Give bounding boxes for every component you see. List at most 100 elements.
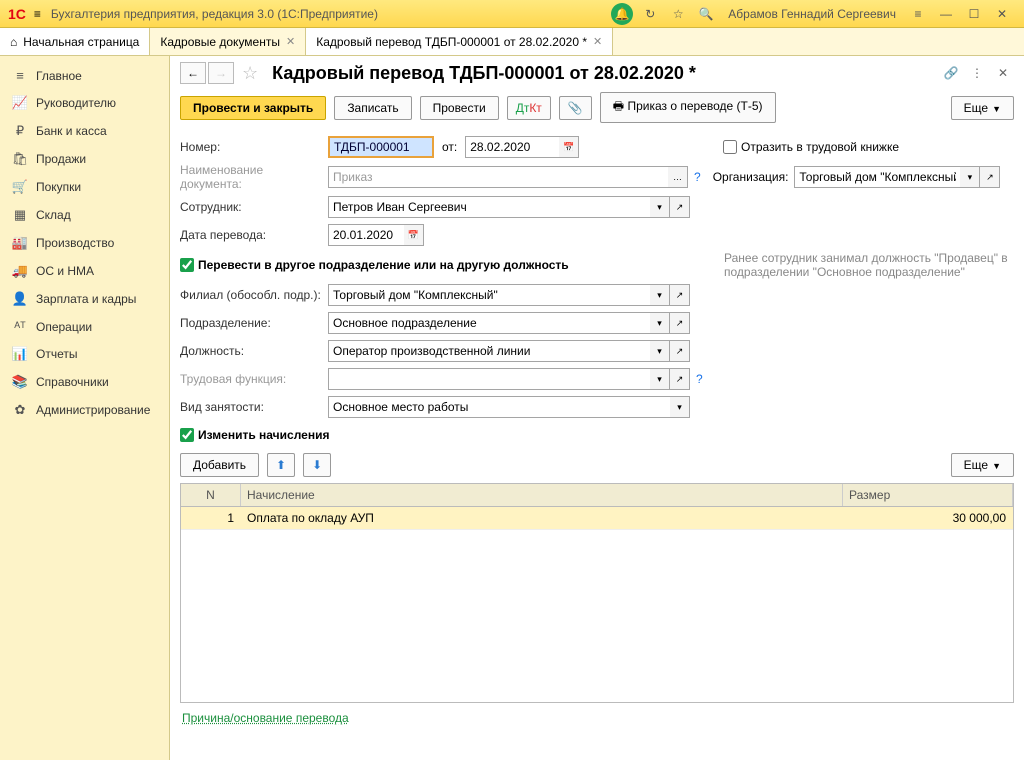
- sidebar-item-hr[interactable]: 👤Зарплата и кадры: [0, 285, 169, 313]
- attachment-button[interactable]: 📎: [559, 96, 592, 120]
- settings-icon[interactable]: ≡: [907, 3, 929, 25]
- move-down-button[interactable]: ⬇: [303, 453, 331, 477]
- sidebar-item-purchases[interactable]: 🛒Покупки: [0, 173, 169, 201]
- date-input[interactable]: [465, 136, 559, 158]
- sidebar-item-label: Главное: [36, 69, 82, 83]
- tab-transfer-doc[interactable]: Кадровый перевод ТДБП-000001 от 28.02.20…: [306, 28, 613, 55]
- sidebar-item-manager[interactable]: 📈Руководителю: [0, 89, 169, 117]
- sidebar-item-label: Производство: [36, 236, 114, 250]
- reason-link[interactable]: Причина/основание перевода: [182, 711, 349, 725]
- dropdown-icon[interactable]: ▾: [960, 166, 980, 188]
- sidebar-item-admin[interactable]: ✿Администрирование: [0, 396, 169, 424]
- open-icon[interactable]: ↗: [670, 368, 690, 390]
- sidebar-item-bank[interactable]: ₽Банк и касса: [0, 117, 169, 145]
- truck-icon: 🚚: [10, 263, 30, 279]
- search-icon[interactable]: 🔍: [695, 3, 717, 25]
- ellipsis-icon[interactable]: …: [668, 166, 688, 188]
- move-up-button[interactable]: ⬆: [267, 453, 295, 477]
- number-label: Номер:: [180, 140, 328, 154]
- open-icon[interactable]: ↗: [670, 312, 690, 334]
- tab-home[interactable]: ⌂ Начальная страница: [0, 28, 150, 55]
- transfer-checkbox[interactable]: Перевести в другое подразделение или на …: [180, 258, 569, 272]
- dropdown-icon[interactable]: ▾: [650, 196, 670, 218]
- user-label[interactable]: Абрамов Геннадий Сергеевич: [728, 7, 896, 21]
- col-n[interactable]: N: [181, 484, 241, 506]
- number-input[interactable]: [328, 136, 434, 158]
- transfer-date-label: Дата перевода:: [180, 228, 328, 242]
- kebab-icon[interactable]: ⋮: [966, 62, 988, 84]
- back-button[interactable]: ←: [180, 62, 206, 84]
- link-icon[interactable]: 🔗: [940, 62, 962, 84]
- tab-hr-docs-label: Кадровые документы: [160, 35, 280, 49]
- dropdown-icon[interactable]: ▾: [670, 396, 690, 418]
- table-row[interactable]: 1 Оплата по окладу АУП 30 000,00: [181, 507, 1013, 530]
- transfer-checkbox-input[interactable]: [180, 258, 194, 272]
- table-more-button[interactable]: Еще▼: [951, 453, 1014, 477]
- close-window-icon[interactable]: ✕: [991, 3, 1013, 25]
- sidebar-item-reports[interactable]: 📊Отчеты: [0, 340, 169, 368]
- history-icon[interactable]: ↻: [639, 3, 661, 25]
- post-button[interactable]: Провести: [420, 96, 499, 120]
- col-amount[interactable]: Размер: [843, 484, 1013, 506]
- add-row-button[interactable]: Добавить: [180, 453, 259, 477]
- close-icon[interactable]: ✕: [593, 35, 602, 48]
- gear-icon: ✿: [10, 402, 30, 418]
- dropdown-icon[interactable]: ▾: [650, 284, 670, 306]
- home-icon: ⌂: [10, 35, 17, 49]
- menu-icon[interactable]: ≡: [34, 7, 41, 21]
- docname-label: Наименование документа:: [180, 163, 328, 191]
- transfer-date-input[interactable]: [328, 224, 404, 246]
- col-accrual[interactable]: Начисление: [241, 484, 843, 506]
- help-icon[interactable]: ?: [694, 170, 701, 184]
- close-icon[interactable]: ✕: [286, 35, 295, 48]
- sidebar-item-label: Банк и касса: [36, 124, 107, 138]
- print-order-button[interactable]: 🖶 Приказ о переводе (Т-5): [600, 92, 776, 123]
- close-doc-icon[interactable]: ✕: [992, 62, 1014, 84]
- open-icon[interactable]: ↗: [670, 284, 690, 306]
- emp-type-label: Вид занятости:: [180, 400, 328, 414]
- main-icon: ≡: [10, 68, 30, 83]
- open-icon[interactable]: ↗: [980, 166, 1000, 188]
- open-icon[interactable]: ↗: [670, 340, 690, 362]
- emp-type-input[interactable]: [328, 396, 670, 418]
- sidebar-item-main[interactable]: ≡ Главное: [0, 62, 169, 89]
- cell-accrual: Оплата по окладу АУП: [241, 507, 843, 529]
- change-accruals-checkbox[interactable]: Изменить начисления: [180, 428, 329, 442]
- dropdown-icon[interactable]: ▾: [650, 368, 670, 390]
- help-icon[interactable]: ?: [696, 372, 703, 386]
- tab-hr-docs[interactable]: Кадровые документы ✕: [150, 28, 306, 55]
- books-icon: 📚: [10, 374, 30, 390]
- sidebar-item-warehouse[interactable]: ▦Склад: [0, 201, 169, 229]
- org-input[interactable]: [794, 166, 960, 188]
- maximize-icon[interactable]: ☐: [963, 3, 985, 25]
- dropdown-icon[interactable]: ▾: [650, 340, 670, 362]
- favorite-icon[interactable]: ☆: [242, 63, 258, 84]
- employee-input[interactable]: [328, 196, 650, 218]
- forward-button[interactable]: →: [208, 62, 234, 84]
- reflect-checkbox[interactable]: Отразить в трудовой книжке: [723, 140, 899, 154]
- open-icon[interactable]: ↗: [670, 196, 690, 218]
- more-button[interactable]: Еще▼: [951, 96, 1014, 120]
- branch-input[interactable]: [328, 284, 650, 306]
- change-accruals-checkbox-input[interactable]: [180, 428, 194, 442]
- sidebar-item-catalogs[interactable]: 📚Справочники: [0, 368, 169, 396]
- dtkt-button[interactable]: ДᴛКᴛ: [507, 96, 551, 120]
- bell-icon[interactable]: 🔔: [611, 3, 633, 25]
- sidebar-item-sales[interactable]: 🛍Продажи: [0, 145, 169, 173]
- position-input[interactable]: [328, 340, 650, 362]
- dept-input[interactable]: [328, 312, 650, 334]
- dropdown-icon[interactable]: ▾: [650, 312, 670, 334]
- post-and-close-button[interactable]: Провести и закрыть: [180, 96, 326, 120]
- sidebar-item-operations[interactable]: ᴬᵀОперации: [0, 313, 169, 340]
- sidebar-item-production[interactable]: 🏭Производство: [0, 229, 169, 257]
- save-button[interactable]: Записать: [334, 96, 411, 120]
- minimize-icon[interactable]: —: [935, 3, 957, 25]
- labor-func-input[interactable]: [328, 368, 650, 390]
- calendar-icon[interactable]: 📅: [404, 224, 424, 246]
- calendar-icon[interactable]: 📅: [559, 136, 579, 158]
- docname-input[interactable]: [328, 166, 668, 188]
- reflect-checkbox-input[interactable]: [723, 140, 737, 154]
- cell-amount: 30 000,00: [843, 507, 1013, 529]
- star-icon[interactable]: ☆: [667, 3, 689, 25]
- sidebar-item-assets[interactable]: 🚚ОС и НМА: [0, 257, 169, 285]
